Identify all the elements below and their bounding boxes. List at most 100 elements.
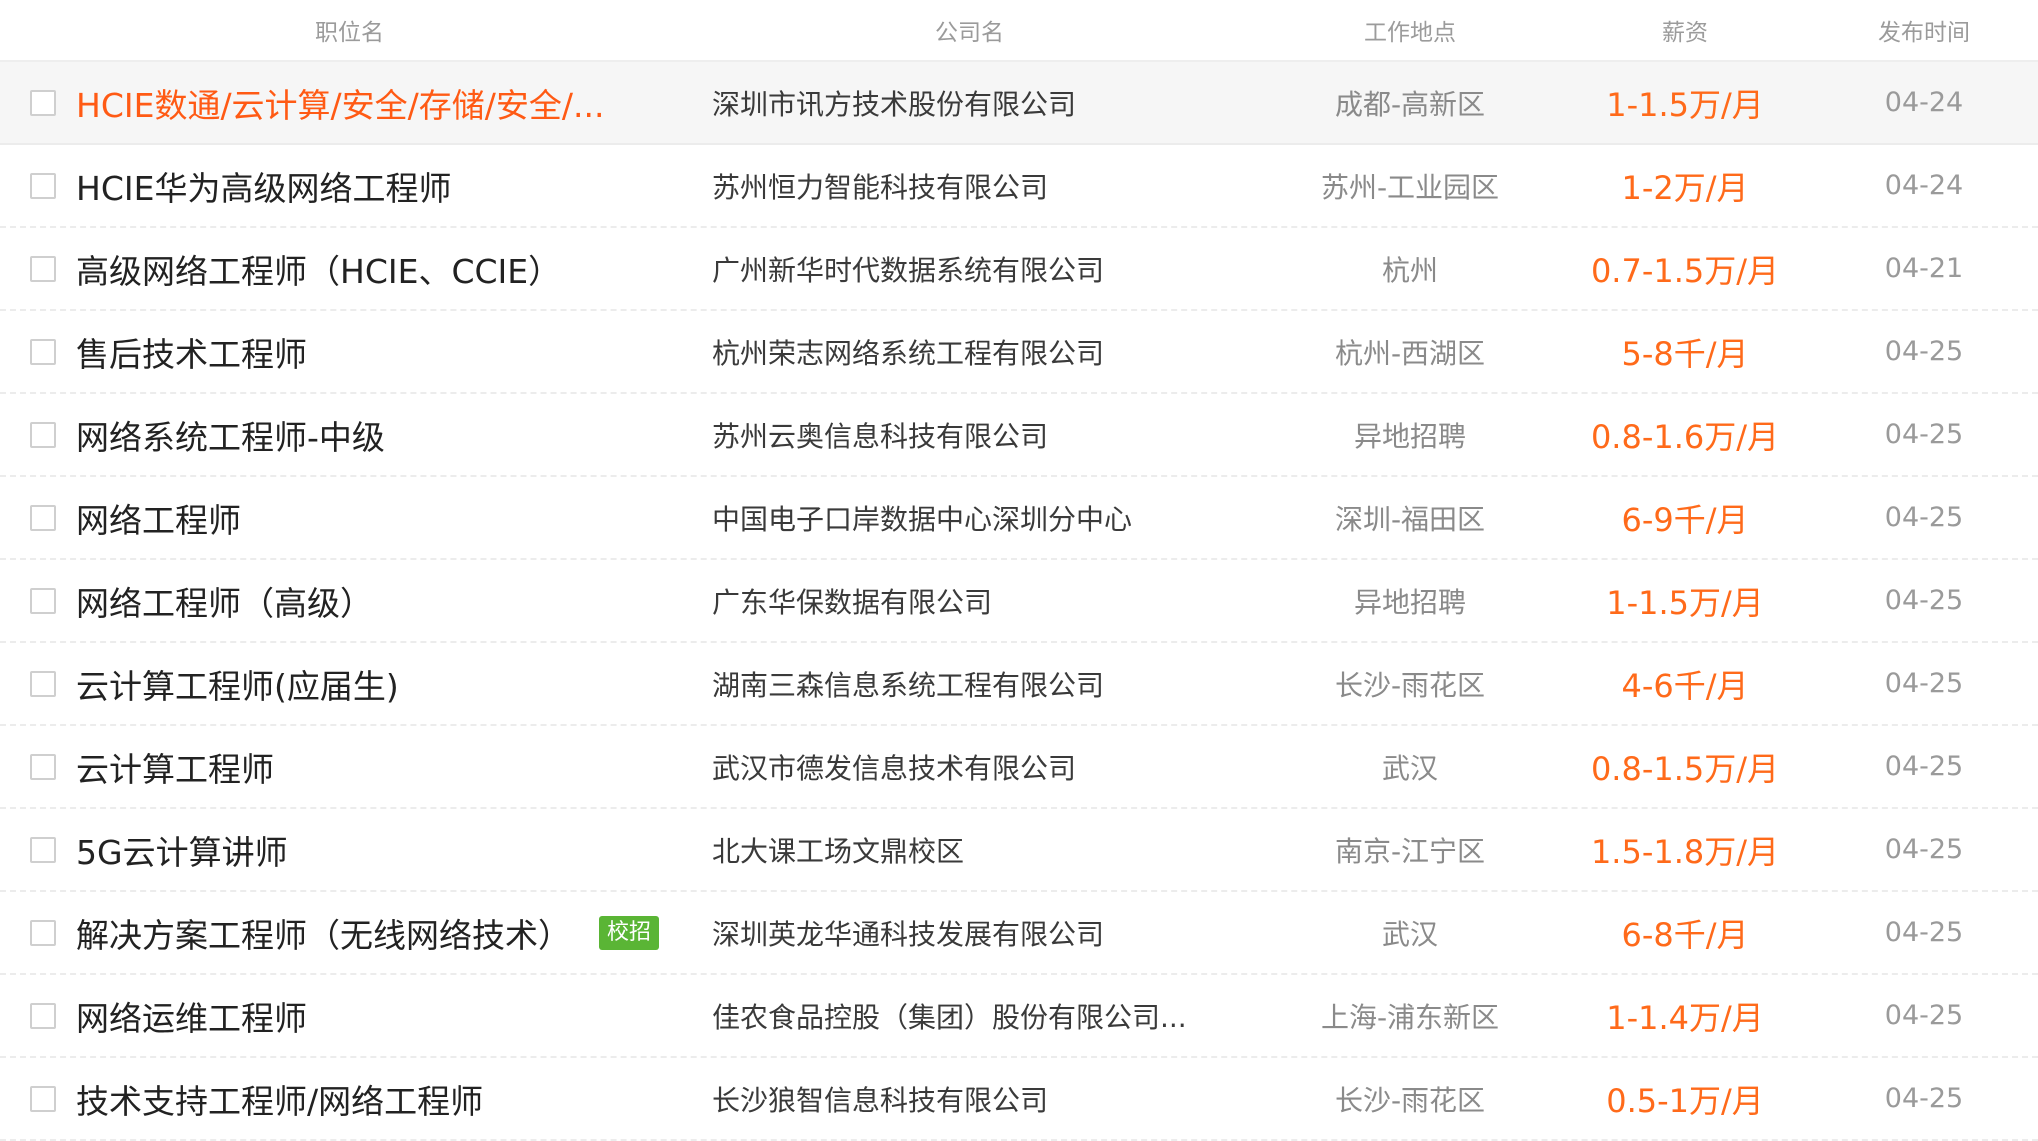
- post-date-text: 04-25: [1884, 336, 1964, 367]
- job-title-link[interactable]: 云计算工程师(应届生): [76, 660, 399, 708]
- job-title-link[interactable]: 网络运维工程师: [76, 992, 307, 1040]
- location-text: 杭州: [1381, 253, 1438, 287]
- location-cell: 长沙-雨花区: [1260, 664, 1560, 704]
- post-date-text: 04-24: [1884, 87, 1964, 118]
- date-cell: 04-25: [1810, 668, 2038, 699]
- post-date-text: 04-24: [1884, 170, 1964, 201]
- job-title-link[interactable]: 5G云计算讲师: [76, 826, 288, 874]
- row-checkbox[interactable]: [30, 587, 56, 614]
- company-cell: 中国电子口岸数据中心深圳分中心: [700, 498, 1260, 538]
- company-link[interactable]: 深圳英龙华通科技发展有限公司: [712, 913, 1104, 953]
- company-link[interactable]: 佳农食品控股（集团）股份有限公司...: [712, 996, 1187, 1036]
- date-cell: 04-25: [1810, 834, 2038, 865]
- row-checkbox[interactable]: [30, 255, 56, 282]
- company-link[interactable]: 湖南三森信息系统工程有限公司: [712, 664, 1104, 704]
- campus-recruit-badge: 校招: [599, 915, 660, 950]
- job-title-cell: 解决方案工程师（无线网络技术） 校招: [0, 909, 700, 957]
- location-text: 异地招聘: [1353, 585, 1466, 619]
- header-location: 工作地点: [1364, 20, 1456, 46]
- table-row[interactable]: 云计算工程师(应届生) 湖南三森信息系统工程有限公司 长沙-雨花区 4-6千/月…: [0, 643, 2038, 726]
- job-title-cell: 售后技术工程师: [0, 328, 700, 376]
- date-cell: 04-25: [1810, 917, 2038, 948]
- salary-cell: 1-2万/月: [1560, 163, 1810, 209]
- row-checkbox[interactable]: [30, 1002, 56, 1029]
- salary-cell: 0.5-1万/月: [1560, 1076, 1810, 1122]
- job-title-link[interactable]: 网络系统工程师-中级: [76, 411, 385, 459]
- job-title-cell: 网络系统工程师-中级: [0, 411, 700, 459]
- table-row[interactable]: 网络系统工程师-中级 苏州云奥信息科技有限公司 异地招聘 0.8-1.6万/月 …: [0, 394, 2038, 477]
- company-link[interactable]: 北大课工场文鼎校区: [712, 830, 964, 870]
- job-title-link[interactable]: 网络工程师（高级）: [76, 577, 373, 625]
- table-row[interactable]: 网络工程师 中国电子口岸数据中心深圳分中心 深圳-福田区 6-9千/月 04-2…: [0, 477, 2038, 560]
- location-text: 南京-江宁区: [1334, 834, 1486, 868]
- salary-cell: 5-8千/月: [1560, 329, 1810, 375]
- row-checkbox[interactable]: [30, 836, 56, 863]
- location-cell: 武汉: [1260, 747, 1560, 787]
- job-title-link[interactable]: 云计算工程师: [76, 743, 274, 791]
- company-cell: 佳农食品控股（集团）股份有限公司...: [700, 996, 1260, 1036]
- job-title-link[interactable]: 解决方案工程师（无线网络技术）: [76, 909, 571, 957]
- table-row[interactable]: 网络工程师（高级） 广东华保数据有限公司 异地招聘 1-1.5万/月 04-25: [0, 560, 2038, 643]
- salary-cell: 6-9千/月: [1560, 495, 1810, 541]
- post-date-text: 04-25: [1884, 502, 1964, 533]
- company-cell: 广州新华时代数据系统有限公司: [700, 249, 1260, 289]
- company-link[interactable]: 深圳市讯方技术股份有限公司: [712, 83, 1076, 123]
- post-date-text: 04-25: [1884, 1000, 1964, 1031]
- row-checkbox[interactable]: [30, 172, 56, 199]
- row-checkbox[interactable]: [30, 1085, 56, 1112]
- salary-text: 6-9千/月: [1621, 500, 1749, 539]
- job-title-link[interactable]: 网络工程师: [76, 494, 241, 542]
- row-checkbox[interactable]: [30, 919, 56, 946]
- company-link[interactable]: 武汉市德发信息技术有限公司: [712, 747, 1076, 787]
- company-cell: 北大课工场文鼎校区: [700, 830, 1260, 870]
- row-checkbox[interactable]: [30, 338, 56, 365]
- date-cell: 04-25: [1810, 1083, 2038, 1114]
- table-row[interactable]: 技术支持工程师/网络工程师 长沙狼智信息科技有限公司 长沙-雨花区 0.5-1万…: [0, 1058, 2038, 1141]
- salary-cell: 4-6千/月: [1560, 661, 1810, 707]
- company-cell: 苏州恒力智能科技有限公司: [700, 166, 1260, 206]
- row-checkbox[interactable]: [30, 89, 56, 116]
- row-checkbox[interactable]: [30, 504, 56, 531]
- job-title-link[interactable]: 售后技术工程师: [76, 328, 307, 376]
- location-cell: 杭州-西湖区: [1260, 332, 1560, 372]
- table-row[interactable]: HCIE数通/云计算/安全/存储/安全/... 深圳市讯方技术股份有限公司 成都…: [0, 62, 2038, 145]
- table-row[interactable]: 云计算工程师 武汉市德发信息技术有限公司 武汉 0.8-1.5万/月 04-25: [0, 726, 2038, 809]
- job-title-link[interactable]: HCIE华为高级网络工程师: [76, 162, 451, 210]
- row-checkbox[interactable]: [30, 421, 56, 448]
- salary-cell: 1-1.5万/月: [1560, 80, 1810, 126]
- salary-text: 6-8千/月: [1621, 915, 1749, 954]
- location-text: 异地招聘: [1353, 419, 1466, 453]
- job-rows: HCIE数通/云计算/安全/存储/安全/... 深圳市讯方技术股份有限公司 成都…: [0, 62, 2038, 1141]
- salary-text: 0.8-1.5万/月: [1590, 749, 1780, 788]
- row-checkbox[interactable]: [30, 670, 56, 697]
- job-title-link[interactable]: 技术支持工程师/网络工程师: [76, 1075, 483, 1123]
- job-list-table: 职位名 公司名 工作地点 薪资 发布时间 HCIE数通/云计算/安全/存储/安全…: [0, 0, 2038, 1141]
- location-text: 长沙-雨花区: [1334, 668, 1486, 702]
- table-row[interactable]: 售后技术工程师 杭州荣志网络系统工程有限公司 杭州-西湖区 5-8千/月 04-…: [0, 311, 2038, 394]
- row-checkbox[interactable]: [30, 753, 56, 780]
- location-cell: 上海-浦东新区: [1260, 996, 1560, 1036]
- table-row[interactable]: 解决方案工程师（无线网络技术） 校招 深圳英龙华通科技发展有限公司 武汉 6-8…: [0, 892, 2038, 975]
- company-link[interactable]: 中国电子口岸数据中心深圳分中心: [712, 498, 1132, 538]
- table-row[interactable]: 网络运维工程师 佳农食品控股（集团）股份有限公司... 上海-浦东新区 1-1.…: [0, 975, 2038, 1058]
- table-row[interactable]: HCIE华为高级网络工程师 苏州恒力智能科技有限公司 苏州-工业园区 1-2万/…: [0, 145, 2038, 228]
- job-title-link[interactable]: 高级网络工程师（HCIE、CCIE）: [76, 245, 561, 293]
- job-title-cell: 技术支持工程师/网络工程师: [0, 1075, 700, 1123]
- location-cell: 深圳-福田区: [1260, 498, 1560, 538]
- header-job-title: 职位名: [315, 20, 384, 46]
- company-link[interactable]: 广州新华时代数据系统有限公司: [712, 249, 1104, 289]
- salary-cell: 6-8千/月: [1560, 910, 1810, 956]
- company-link[interactable]: 苏州恒力智能科技有限公司: [712, 166, 1048, 206]
- company-link[interactable]: 广东华保数据有限公司: [712, 581, 992, 621]
- date-cell: 04-24: [1810, 87, 2038, 118]
- company-link[interactable]: 长沙狼智信息科技有限公司: [712, 1079, 1048, 1119]
- company-cell: 杭州荣志网络系统工程有限公司: [700, 332, 1260, 372]
- company-link[interactable]: 苏州云奥信息科技有限公司: [712, 415, 1048, 455]
- salary-text: 0.5-1万/月: [1606, 1081, 1764, 1120]
- job-title-link[interactable]: HCIE数通/云计算/安全/存储/安全/...: [76, 79, 605, 127]
- date-cell: 04-25: [1810, 751, 2038, 782]
- salary-cell: 1.5-1.8万/月: [1560, 827, 1810, 873]
- company-link[interactable]: 杭州荣志网络系统工程有限公司: [712, 332, 1104, 372]
- table-row[interactable]: 高级网络工程师（HCIE、CCIE） 广州新华时代数据系统有限公司 杭州 0.7…: [0, 228, 2038, 311]
- table-row[interactable]: 5G云计算讲师 北大课工场文鼎校区 南京-江宁区 1.5-1.8万/月 04-2…: [0, 809, 2038, 892]
